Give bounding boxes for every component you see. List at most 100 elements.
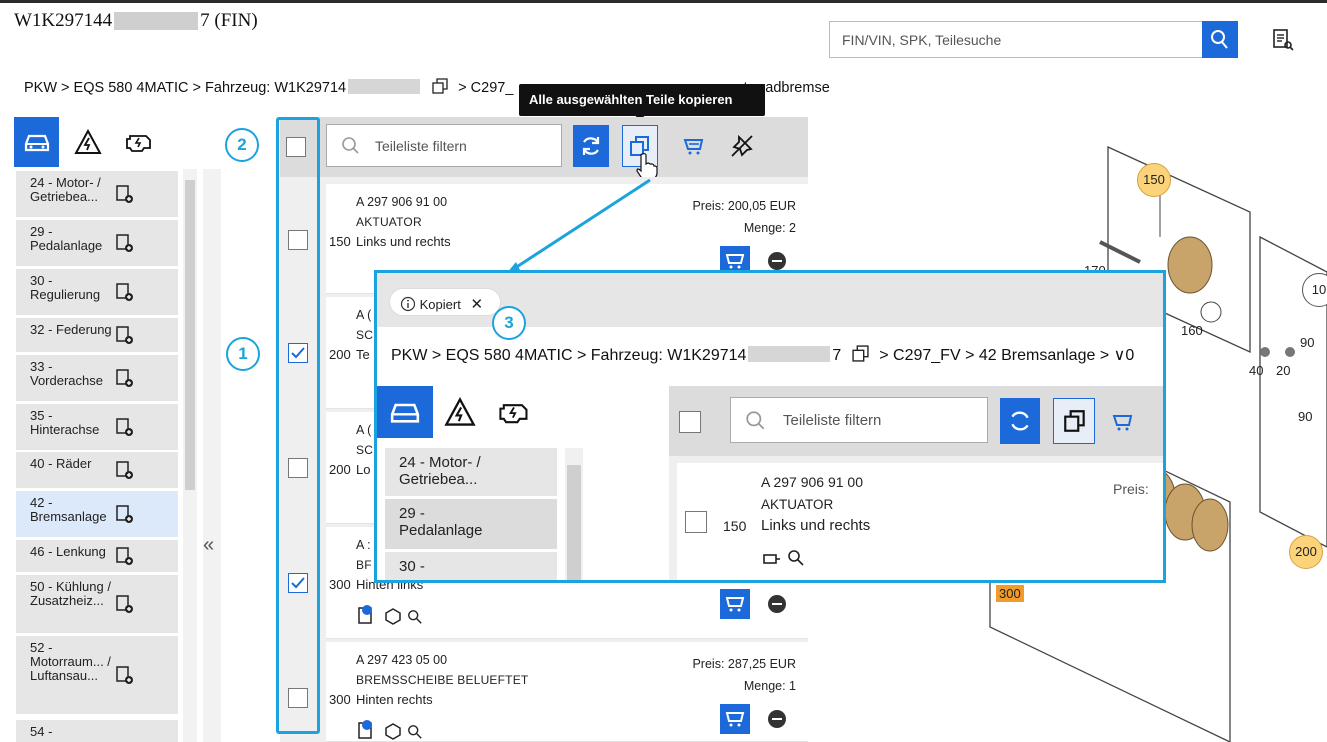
add-to-list-icon[interactable] bbox=[116, 233, 134, 253]
sidebar-item[interactable]: 30 - Regulierung bbox=[16, 269, 178, 315]
inset-nav-item[interactable]: 24 - Motor- / Getriebea... bbox=[385, 448, 557, 496]
copy-icon[interactable] bbox=[852, 345, 869, 362]
sidebar-item-label: 50 - Kühlung / Zusatzheiz... bbox=[30, 579, 111, 608]
close-icon[interactable]: ✕ bbox=[470, 296, 483, 313]
inset-scroll-thumb[interactable] bbox=[567, 465, 581, 580]
cart-icon[interactable] bbox=[1111, 411, 1135, 433]
sidebar-item[interactable]: 24 - Motor- / Getriebea... bbox=[16, 171, 178, 217]
sidebar-item[interactable]: 33 - Vorderachse bbox=[16, 355, 178, 401]
bolt-part[interactable] bbox=[1099, 240, 1141, 264]
add-to-list-icon[interactable] bbox=[116, 460, 134, 480]
search-input[interactable]: FIN/VIN, SPK, Teilesuche bbox=[829, 21, 1203, 58]
sidebar-item[interactable]: 35 - Hinterachse bbox=[16, 404, 178, 450]
inset-breadcrumb-part1[interactable]: PKW > EQS 580 4MATIC > Fahrzeug: W1K2971… bbox=[391, 347, 746, 364]
add-to-list-icon[interactable] bbox=[116, 184, 134, 204]
add-to-list-icon[interactable] bbox=[116, 504, 134, 524]
remove-button[interactable] bbox=[768, 252, 786, 270]
tab-engine[interactable] bbox=[116, 117, 161, 167]
part-number[interactable]: A : bbox=[356, 538, 371, 552]
inset-part-checkbox[interactable] bbox=[685, 511, 707, 533]
inset-filter-input[interactable]: Teileliste filtern bbox=[730, 397, 988, 443]
parts-filter-input[interactable]: Teileliste filtern bbox=[326, 124, 562, 167]
inset-part-pos: 150 bbox=[723, 518, 747, 534]
inset-part-number[interactable]: A 297 906 91 00 bbox=[761, 474, 863, 490]
diagram-label-150[interactable]: 150 bbox=[1137, 163, 1171, 197]
cart-all-button[interactable] bbox=[676, 125, 712, 167]
sidebar-scroll-thumb[interactable] bbox=[185, 180, 195, 490]
inset-part-name: AKTUATOR bbox=[761, 497, 834, 512]
add-to-list-icon[interactable] bbox=[116, 368, 134, 388]
add-to-list-icon[interactable] bbox=[116, 594, 134, 614]
sidebar-item[interactable]: 32 - Federung bbox=[16, 318, 178, 352]
sidebar-item[interactable]: 46 - Lenkung bbox=[16, 540, 178, 572]
sidebar-item[interactable]: 40 - Räder bbox=[16, 452, 178, 488]
sidebar-item[interactable]: 42 - Bremsanlage bbox=[16, 491, 178, 537]
brake-pad[interactable] bbox=[1191, 498, 1229, 552]
package-icon[interactable] bbox=[384, 607, 402, 625]
diagram-label-40[interactable]: 40 bbox=[1249, 363, 1263, 378]
remove-button[interactable] bbox=[768, 595, 786, 613]
connector-icon[interactable] bbox=[761, 551, 781, 567]
inset-copy-button[interactable] bbox=[1053, 398, 1095, 444]
add-to-cart-button[interactable] bbox=[720, 704, 750, 734]
breadcrumb-part2[interactable]: > C297_ bbox=[458, 80, 513, 96]
zoom-icon[interactable] bbox=[787, 549, 805, 567]
refresh-button[interactable] bbox=[573, 125, 609, 167]
part-icons bbox=[358, 605, 423, 630]
seal-ring[interactable] bbox=[1200, 301, 1222, 323]
sidebar-item[interactable]: 29 - Pedalanlage bbox=[16, 220, 178, 266]
report-icon[interactable] bbox=[1272, 28, 1294, 52]
diagram-label-90[interactable]: 90 bbox=[1300, 335, 1314, 350]
bolt-part[interactable] bbox=[1285, 347, 1295, 357]
bolt-part[interactable] bbox=[1260, 347, 1270, 357]
search-button[interactable] bbox=[1202, 21, 1238, 58]
copy-icon[interactable] bbox=[432, 78, 448, 94]
part-position: 200 bbox=[329, 347, 351, 362]
part-number[interactable]: A ( bbox=[356, 423, 371, 437]
inset-breadcrumb-path[interactable]: > C297_FV > 42 Bremsanlage > ∨0 bbox=[879, 347, 1134, 364]
part-number[interactable]: A ( bbox=[356, 308, 371, 322]
document-info-icon[interactable] bbox=[358, 720, 380, 740]
part-number[interactable]: A 297 906 91 00 bbox=[356, 195, 447, 209]
sidebar-item[interactable]: 54 - bbox=[16, 720, 178, 742]
document-info-icon[interactable] bbox=[358, 605, 380, 625]
add-to-list-icon[interactable] bbox=[116, 417, 134, 437]
collapse-sidebar-button[interactable]: « bbox=[203, 534, 214, 557]
add-to-list-icon[interactable] bbox=[116, 282, 134, 302]
add-to-cart-button[interactable] bbox=[720, 589, 750, 619]
package-icon[interactable] bbox=[384, 722, 402, 740]
high-voltage-icon[interactable] bbox=[444, 397, 476, 427]
tab-electric[interactable] bbox=[65, 117, 110, 167]
sidebar-item-label: 40 - Räder bbox=[30, 456, 92, 471]
sidebar-item-label: 46 - Lenkung bbox=[30, 544, 106, 559]
inset-select-all-checkbox[interactable] bbox=[679, 411, 701, 433]
inset-breadcrumb-tail: 7 bbox=[832, 347, 842, 364]
electric-engine-icon[interactable] bbox=[497, 397, 531, 427]
add-to-list-icon[interactable] bbox=[116, 546, 134, 566]
zoom-icon[interactable] bbox=[407, 724, 423, 740]
add-to-list-icon[interactable] bbox=[116, 325, 134, 345]
inset-tab-vehicle[interactable] bbox=[377, 386, 433, 438]
diagram-label-90b[interactable]: 90 bbox=[1298, 409, 1312, 424]
add-to-list-icon[interactable] bbox=[116, 665, 134, 685]
actuator-part[interactable] bbox=[1167, 236, 1213, 294]
sidebar-item-label: 24 - Motor- / Getriebea... bbox=[30, 175, 101, 204]
diagram-label-160[interactable]: 160 bbox=[1181, 323, 1203, 338]
remove-button[interactable] bbox=[768, 710, 786, 728]
cart-icon bbox=[725, 597, 745, 612]
clear-selection-button[interactable] bbox=[724, 125, 760, 167]
sidebar-item[interactable]: 50 - Kühlung / Zusatzheiz... bbox=[16, 575, 178, 633]
inset-refresh-button[interactable] bbox=[1000, 398, 1040, 444]
sidebar-item[interactable]: 52 - Motorraum... / Luftansau... bbox=[16, 636, 178, 714]
inset-nav-item[interactable]: 30 - bbox=[385, 552, 557, 580]
inset-nav-item[interactable]: 29 - Pedalanlage bbox=[385, 499, 557, 549]
diagram-label-20[interactable]: 20 bbox=[1276, 363, 1290, 378]
zoom-icon[interactable] bbox=[407, 609, 423, 625]
breadcrumb-part1[interactable]: PKW > EQS 580 4MATIC > Fahrzeug: W1K2971… bbox=[24, 80, 346, 96]
diagram-label-300[interactable]: 300 bbox=[996, 585, 1024, 602]
inset-part-card[interactable]: 150 A 297 906 91 00 AKTUATOR Links und r… bbox=[677, 463, 1163, 580]
tab-vehicle[interactable] bbox=[14, 117, 59, 167]
copied-toast[interactable]: Kopiert ✕ bbox=[389, 288, 501, 316]
part-number[interactable]: A 297 423 05 00 bbox=[356, 653, 447, 667]
diagram-label-200[interactable]: 200 bbox=[1289, 535, 1323, 569]
